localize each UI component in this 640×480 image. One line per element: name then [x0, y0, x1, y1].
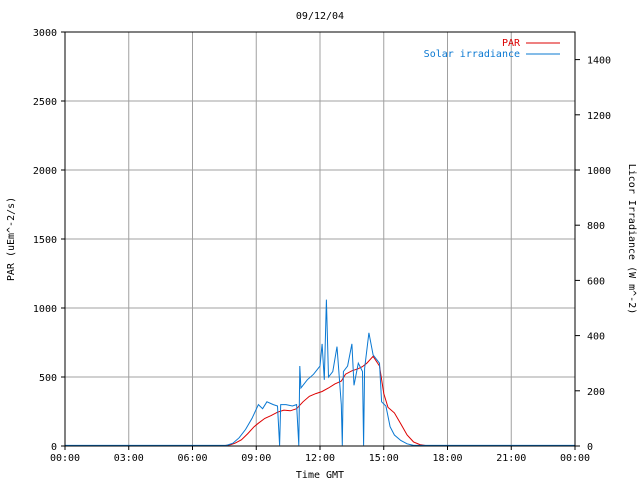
legend-label: Solar irradiance	[424, 49, 520, 60]
x-tick-label: 06:00	[177, 453, 207, 464]
y2-tick-label: 600	[587, 276, 605, 287]
y-tick-label: 1000	[33, 304, 57, 315]
y-tick-label: 1500	[33, 235, 57, 246]
y2-tick-label: 1000	[587, 166, 611, 177]
y2-tick-label: 1400	[587, 56, 611, 67]
chart: 00:00 03:00 06:00 09:00 12:00 15:00 18:00 21:00…	[0, 0, 640, 480]
x-tick-label: 21:00	[496, 453, 526, 464]
y2-tick-label: 1200	[587, 111, 611, 122]
x-tick-label: 12:00	[305, 453, 335, 464]
y-tick-label: 3000	[33, 28, 57, 39]
x-tick-label: 00:00	[560, 453, 590, 464]
x-tick-label: 09:00	[241, 453, 271, 464]
x-tick-label: 15:00	[369, 453, 399, 464]
y2-axis-label: Licor Irradiance (W m^-2)	[626, 164, 637, 315]
y-tick-label: 2500	[33, 97, 57, 108]
y-tick-label: 0	[51, 442, 57, 453]
y-tick-label: 2000	[33, 166, 57, 177]
y2-tick-label: 800	[587, 221, 605, 232]
y-axis-label: PAR (uEm^-2/s)	[6, 197, 17, 281]
x-tick-label: 03:00	[114, 453, 144, 464]
y-tick-label: 500	[39, 373, 57, 384]
x-tick-label: 18:00	[432, 453, 462, 464]
y2-tick-label: 200	[587, 387, 605, 398]
chart-title: 09/12/04	[296, 11, 344, 22]
y2-tick-label: 0	[587, 442, 593, 453]
y2-tick-label: 400	[587, 332, 605, 343]
x-axis-label: Time GMT	[296, 470, 344, 480]
x-tick-label: 00:00	[50, 453, 80, 464]
legend-label: PAR	[502, 38, 521, 49]
